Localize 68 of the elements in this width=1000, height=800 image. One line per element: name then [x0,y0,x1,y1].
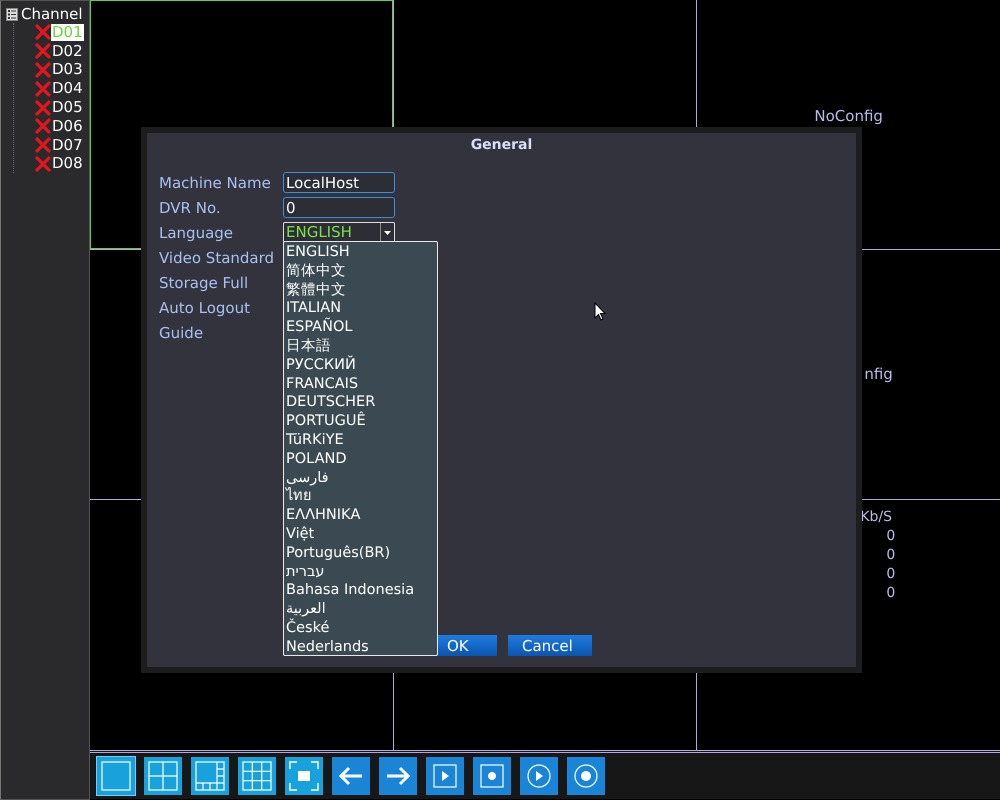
language-option[interactable]: ESPAÑOL [284,318,437,337]
cross-icon [35,24,51,40]
nine-grid-icon[interactable] [238,757,276,795]
language-option[interactable]: РУССКИЙ [284,356,437,375]
field-label: Storage Full [159,274,250,292]
channel-item[interactable]: D03 [51,61,84,78]
caret-icon [384,230,391,234]
cross-icon [35,80,51,97]
language-option[interactable]: PORTUGUÊ [284,412,437,431]
bitrate-value: 0 [885,584,896,603]
field-label: Machine Name [159,174,272,192]
cross-icon [35,118,51,134]
language-option[interactable]: ITALIAN [284,299,437,318]
bitrate-header: Kb/S [860,508,893,527]
cancel-button[interactable]: Cancel [508,635,592,656]
bitrate-value: 0 [885,565,896,584]
field-label: Auto Logout [159,298,251,316]
language-option[interactable]: Việt [284,524,437,544]
bitrate-value: 0 [885,527,896,546]
dialog-title: General [470,136,534,153]
bitrate-value: 0 [885,546,896,565]
language-option[interactable]: 日本語 [284,336,437,356]
language-option[interactable]: فارسی [284,468,437,488]
language-option[interactable]: עברית [284,562,437,582]
language-option[interactable]: Português(BR) [284,544,437,563]
quad-grid-icon[interactable] [144,757,182,795]
channel-item[interactable]: D06 [51,118,84,135]
cross-icon [35,62,51,78]
text-field[interactable]: LocalHost [283,172,395,193]
language-option[interactable]: 简体中文 [284,262,437,281]
channel-item[interactable]: D07 [51,136,84,154]
ok-button[interactable]: OK [437,635,497,656]
channel-item[interactable]: D05 [51,99,84,116]
cross-icon [35,100,51,116]
channel-item[interactable]: D02 [51,42,84,60]
sidebar-title: Channel [21,6,83,23]
cross-icon [35,137,51,154]
field-label: Guide [159,324,204,342]
fullscreen-icon[interactable] [285,757,323,795]
camera-status: NoConfig [813,108,884,125]
language-option[interactable]: FRANCAIS [284,374,437,394]
text-field[interactable]: 0 [283,197,395,218]
language-option[interactable]: 繁體中文 [284,280,437,300]
language-option[interactable]: العربية [284,600,437,619]
language-dropdown[interactable]: ENGLISH [283,222,395,243]
field-label: Video Standard [159,248,276,266]
single-view-icon[interactable] [97,757,135,795]
field-label: DVR No. [159,198,222,216]
language-option[interactable]: ENGLISH [284,243,437,262]
language-option[interactable]: TüRKiYE [284,430,437,450]
split-layout-icon[interactable] [191,757,229,795]
language-option[interactable]: POLAND [284,450,437,469]
list-icon [6,8,18,21]
language-option[interactable]: ไทย [284,487,437,506]
cursor-icon [594,302,606,321]
language-option[interactable]: DEUTSCHER [284,393,437,412]
language-option[interactable]: ΕΛΛΗΝΙΚΑ [284,506,437,525]
channel-item[interactable]: D08 [51,155,84,172]
record-icon[interactable] [473,757,511,795]
play-icon[interactable] [426,757,464,795]
cross-icon [35,43,51,60]
camera-status: nfig [864,366,894,383]
cross-icon [35,156,51,172]
language-option[interactable]: Nederlands [284,638,437,657]
language-option[interactable]: Bahasa Indonesia [284,581,437,600]
language-option[interactable]: České [284,618,437,638]
channel-item[interactable]: D04 [51,80,84,98]
field-label: Language [159,224,234,242]
